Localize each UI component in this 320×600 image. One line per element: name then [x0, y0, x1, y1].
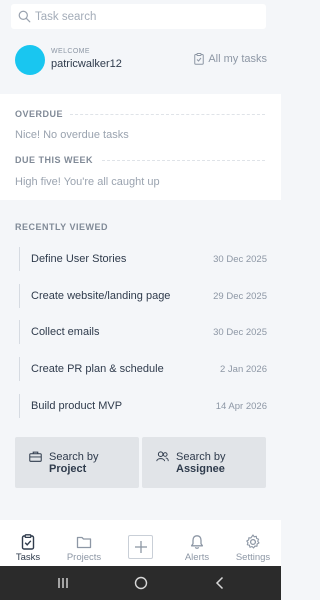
recent-task-item[interactable]: Create PR plan & schedule 2 Jan 2026 — [15, 357, 267, 383]
gear-icon — [246, 534, 260, 549]
search-by-label: Search by — [176, 451, 226, 463]
avatar[interactable] — [15, 45, 45, 75]
bottom-nav: Tasks Projects Alerts Settings — [0, 520, 281, 566]
recent-task-title: Build product MVP — [31, 400, 123, 412]
search-icon — [18, 10, 31, 23]
welcome-label: WELCOME — [51, 48, 90, 55]
list-item-rule — [19, 394, 20, 418]
nav-settings-label: Settings — [235, 552, 271, 563]
due-summary-panel: OVERDUE Nice! No overdue tasks DUE THIS … — [0, 94, 281, 200]
overdue-heading: OVERDUE — [15, 109, 64, 119]
nav-alerts-label: Alerts — [184, 552, 210, 563]
list-item-rule — [19, 320, 20, 344]
divider — [102, 160, 265, 161]
recent-task-item[interactable]: Build product MVP 14 Apr 2026 — [15, 394, 267, 420]
list-item-rule — [19, 357, 20, 381]
recent-task-item[interactable]: Create website/landing page 29 Dec 2025 — [15, 284, 267, 310]
list-item-rule — [19, 284, 20, 308]
recent-task-date: 30 Dec 2025 — [213, 327, 267, 338]
bell-icon — [190, 535, 204, 549]
search-by-assignee-label: Assignee — [176, 463, 225, 475]
nav-tasks[interactable]: Tasks — [0, 534, 56, 563]
search-input[interactable] — [35, 10, 255, 23]
recent-task-date: 14 Apr 2026 — [215, 401, 267, 412]
search-by-label: Search by — [49, 451, 99, 463]
list-item-rule — [19, 247, 20, 271]
search-by-project-label: Project — [49, 463, 87, 475]
recent-task-title: Define User Stories — [31, 253, 127, 265]
recents-icon[interactable] — [55, 575, 71, 591]
briefcase-icon — [29, 451, 42, 462]
nav-projects-label: Projects — [66, 552, 102, 563]
task-home-screen: WELCOME patricwalker12 All my tasks OVER… — [0, 0, 281, 600]
nav-settings[interactable]: Settings — [225, 534, 281, 563]
add-task-button[interactable] — [128, 535, 153, 559]
back-icon[interactable] — [212, 575, 228, 591]
all-my-tasks-label: All my tasks — [208, 53, 267, 65]
folder-icon — [76, 536, 92, 549]
all-my-tasks-link[interactable]: All my tasks — [194, 53, 267, 65]
clipboard-icon — [194, 53, 205, 65]
home-icon[interactable] — [133, 575, 149, 591]
search-bar[interactable] — [11, 4, 266, 29]
profile-header: WELCOME patricwalker12 All my tasks — [15, 45, 267, 75]
divider — [70, 114, 265, 115]
username: patricwalker12 — [51, 58, 122, 70]
plus-icon — [134, 541, 147, 553]
recently-viewed-heading: RECENTLY VIEWED — [15, 222, 109, 232]
system-navigation-bar — [0, 566, 281, 600]
users-icon — [156, 451, 169, 462]
overdue-message: Nice! No overdue tasks — [15, 129, 129, 141]
recent-task-title: Create PR plan & schedule — [31, 363, 164, 375]
recent-task-title: Create website/landing page — [31, 290, 171, 302]
search-by-project-button[interactable]: Search by Project — [15, 437, 139, 488]
nav-tasks-label: Tasks — [15, 552, 41, 563]
search-by-assignee-button[interactable]: Search by Assignee — [142, 437, 266, 488]
recent-task-title: Collect emails — [31, 326, 100, 338]
clipboard-icon — [21, 534, 35, 550]
nav-alerts[interactable]: Alerts — [169, 534, 225, 563]
recent-task-item[interactable]: Collect emails 30 Dec 2025 — [15, 320, 267, 346]
due-this-week-heading: DUE THIS WEEK — [15, 155, 94, 165]
recent-task-date: 29 Dec 2025 — [213, 291, 267, 302]
recent-task-date: 30 Dec 2025 — [213, 254, 267, 265]
due-this-week-message: High five! You're all caught up — [15, 176, 160, 188]
nav-projects[interactable]: Projects — [56, 534, 112, 563]
recent-task-item[interactable]: Define User Stories 30 Dec 2025 — [15, 247, 267, 273]
recent-task-date: 2 Jan 2026 — [219, 364, 267, 375]
